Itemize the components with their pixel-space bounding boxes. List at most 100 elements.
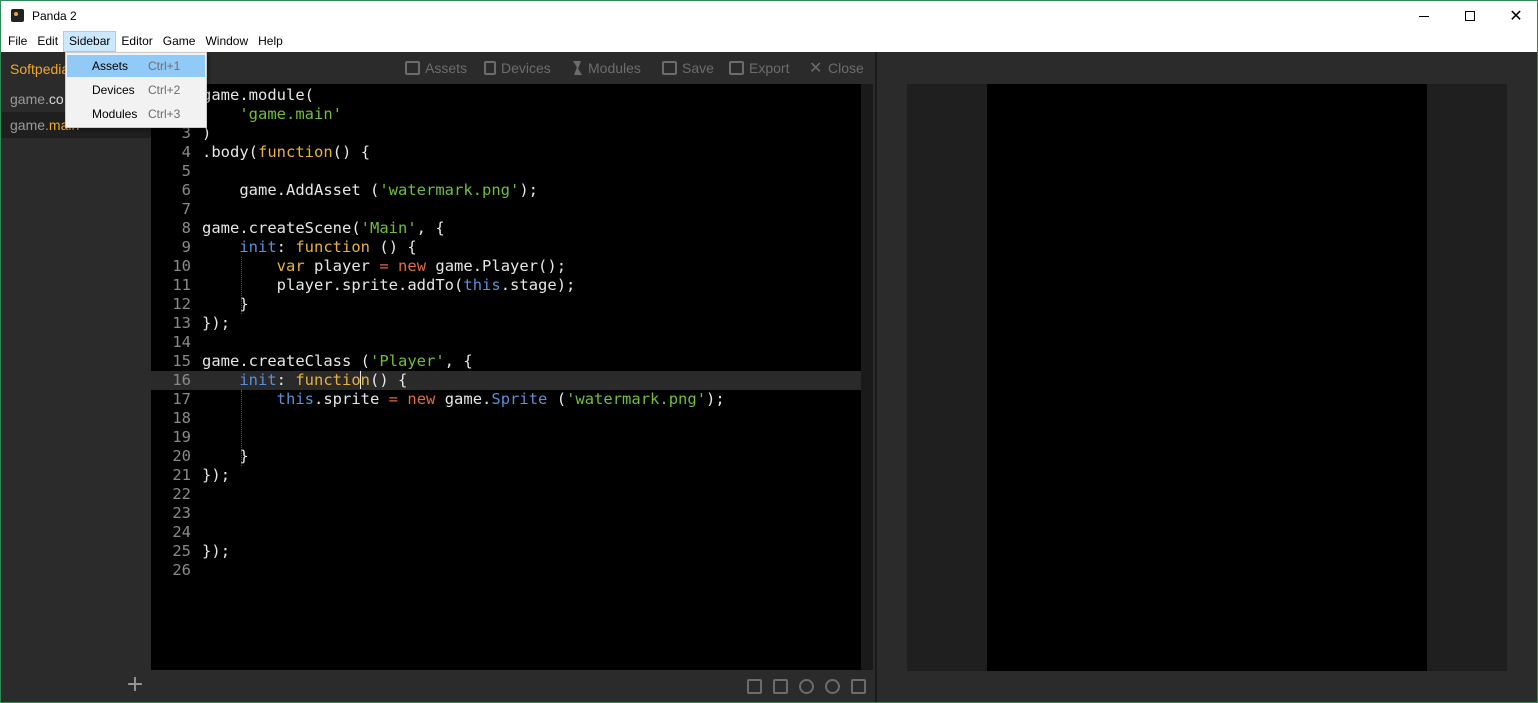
line-number: 23 bbox=[172, 504, 191, 522]
code-line[interactable]: 23 bbox=[151, 504, 861, 523]
line-code: this.sprite = new game.Sprite ('watermar… bbox=[276, 390, 725, 408]
menu-item-modules[interactable]: Modules Ctrl+3 bbox=[67, 103, 205, 125]
add-file-button[interactable]: + bbox=[125, 674, 145, 696]
code-line[interactable]: 26 bbox=[151, 561, 861, 580]
code-line[interactable]: 15 game.createClass ('Player', { bbox=[151, 352, 861, 371]
menu-item-devices[interactable]: Devices Ctrl+2 bbox=[67, 79, 205, 101]
code-line[interactable]: 19 bbox=[151, 428, 861, 447]
code-line[interactable]: 25}); bbox=[151, 542, 861, 561]
app-body: Softpedia game.co game.main + Assets Dev… bbox=[1, 52, 1537, 702]
code-line[interactable]: 6 game.AddAsset ('watermark.png'); bbox=[151, 181, 861, 200]
code-line[interactable]: 17 this.sprite = new game.Sprite ('water… bbox=[151, 390, 861, 409]
close-icon: ✕ bbox=[1509, 6, 1523, 25]
line-code: var player = new game.Player(); bbox=[276, 257, 567, 275]
code-line[interactable]: 11 player.sprite.addTo(this.stage); bbox=[151, 276, 861, 295]
code-line[interactable]: 2 'game.main' bbox=[151, 105, 861, 124]
modules-button[interactable]: Modules bbox=[571, 52, 641, 84]
assets-button[interactable]: Assets bbox=[405, 52, 467, 84]
line-number: 10 bbox=[172, 257, 191, 275]
code-line[interactable]: 10 var player = new game.Player(); bbox=[151, 257, 861, 276]
menu-edit[interactable]: Edit bbox=[32, 31, 63, 52]
indent-guide bbox=[241, 390, 242, 466]
menu-editor[interactable]: Editor bbox=[116, 31, 157, 52]
code-line[interactable]: 4 .body(function() { bbox=[151, 143, 861, 162]
line-number: 14 bbox=[172, 333, 191, 351]
line-number: 6 bbox=[181, 181, 191, 199]
menu-item-label: Assets bbox=[92, 59, 129, 73]
line-code: init: function() { bbox=[239, 371, 408, 389]
line-number: 13 bbox=[172, 314, 191, 332]
menu-item-assets[interactable]: Assets Ctrl+1 bbox=[67, 55, 205, 77]
code-line[interactable]: 1game.module( bbox=[151, 86, 861, 105]
assets-label: Assets bbox=[425, 60, 468, 76]
close-file-button[interactable]: ✕ Close bbox=[809, 52, 864, 84]
code-line[interactable]: 12 } bbox=[151, 295, 861, 314]
file-name: game. bbox=[10, 91, 49, 107]
save-button[interactable]: Save bbox=[662, 52, 714, 84]
line-code: game.createClass ('Player', { bbox=[202, 352, 473, 370]
save-label: Save bbox=[682, 60, 714, 76]
app-window: Panda 2 ✕ File Edit Sidebar Editor Game … bbox=[0, 0, 1538, 703]
line-number: 9 bbox=[181, 238, 191, 256]
zoom-in-icon[interactable] bbox=[825, 679, 840, 694]
code-line[interactable]: 24 bbox=[151, 523, 861, 542]
zoom-out-icon[interactable] bbox=[799, 679, 814, 694]
devices-button[interactable]: Devices bbox=[484, 52, 551, 84]
editor-toolbar: Assets Devices Modules Save Export ✕ Clo… bbox=[151, 52, 873, 84]
export-button[interactable]: Export bbox=[729, 52, 789, 84]
close-label: Close bbox=[828, 60, 864, 76]
export-label: Export bbox=[749, 60, 790, 76]
close-window-button[interactable]: ✕ bbox=[1493, 1, 1538, 31]
line-number: 20 bbox=[172, 447, 191, 465]
menu-file[interactable]: File bbox=[3, 31, 32, 52]
code-line[interactable]: 5 bbox=[151, 162, 861, 181]
menu-window[interactable]: Window bbox=[200, 31, 253, 52]
menu-help[interactable]: Help bbox=[253, 31, 288, 52]
code-line[interactable]: 8 game.createScene('Main', { bbox=[151, 219, 861, 238]
editor-status-bar bbox=[151, 670, 873, 702]
minimize-button[interactable] bbox=[1401, 1, 1447, 31]
panda-app-icon bbox=[11, 9, 24, 22]
menu-item-shortcut: Ctrl+2 bbox=[148, 83, 181, 97]
code-line[interactable]: 3) bbox=[151, 124, 861, 143]
code-line[interactable]: 16 init: function() { bbox=[151, 371, 861, 390]
line-code: init: function () { bbox=[239, 238, 417, 256]
editor-scrollbar[interactable] bbox=[861, 84, 873, 670]
modules-label: Modules bbox=[588, 60, 641, 76]
menu-game[interactable]: Game bbox=[158, 31, 201, 52]
toggle-sidebar-icon[interactable] bbox=[747, 679, 762, 694]
code-editor[interactable]: 1game.module(2 'game.main'3)4 .body(funct… bbox=[151, 84, 861, 670]
line-code: 'game.main' bbox=[239, 105, 342, 123]
code-line[interactable]: 14 bbox=[151, 333, 861, 352]
code-line[interactable]: 13}); bbox=[151, 314, 861, 333]
code-line[interactable]: 9 init: function () { bbox=[151, 238, 861, 257]
indent-guide bbox=[241, 257, 242, 314]
code-line[interactable]: 7 bbox=[151, 200, 861, 219]
line-number: 21 bbox=[172, 466, 191, 484]
toggle-preview-icon[interactable] bbox=[851, 679, 866, 694]
line-code: game.AddAsset ('watermark.png'); bbox=[239, 181, 539, 199]
line-number: 8 bbox=[181, 219, 191, 237]
title-bar: Panda 2 ✕ bbox=[1, 1, 1537, 31]
line-code: }); bbox=[202, 542, 231, 560]
device-icon bbox=[484, 61, 496, 75]
line-number: 4 bbox=[181, 143, 191, 161]
maximize-icon bbox=[1465, 11, 1475, 21]
close-icon: ✕ bbox=[809, 58, 823, 77]
code-line[interactable]: 21}); bbox=[151, 466, 861, 485]
line-number: 26 bbox=[172, 561, 191, 579]
maximize-button[interactable] bbox=[1447, 1, 1493, 31]
line-number: 7 bbox=[181, 200, 191, 218]
text-cursor bbox=[360, 371, 361, 389]
menu-sidebar[interactable]: Sidebar bbox=[63, 31, 117, 52]
game-canvas[interactable] bbox=[987, 84, 1427, 671]
window-title: Panda 2 bbox=[32, 9, 77, 23]
lightning-icon bbox=[571, 61, 583, 75]
code-line[interactable]: 20 } bbox=[151, 447, 861, 466]
code-line[interactable]: 18 bbox=[151, 409, 861, 428]
image-icon[interactable] bbox=[773, 679, 788, 694]
sidebar-dropdown-menu: Assets Ctrl+1 Devices Ctrl+2 Modules Ctr… bbox=[65, 52, 207, 128]
project-name[interactable]: Softpedia bbox=[10, 61, 69, 77]
code-line[interactable]: 22 bbox=[151, 485, 861, 504]
line-number: 5 bbox=[181, 162, 191, 180]
